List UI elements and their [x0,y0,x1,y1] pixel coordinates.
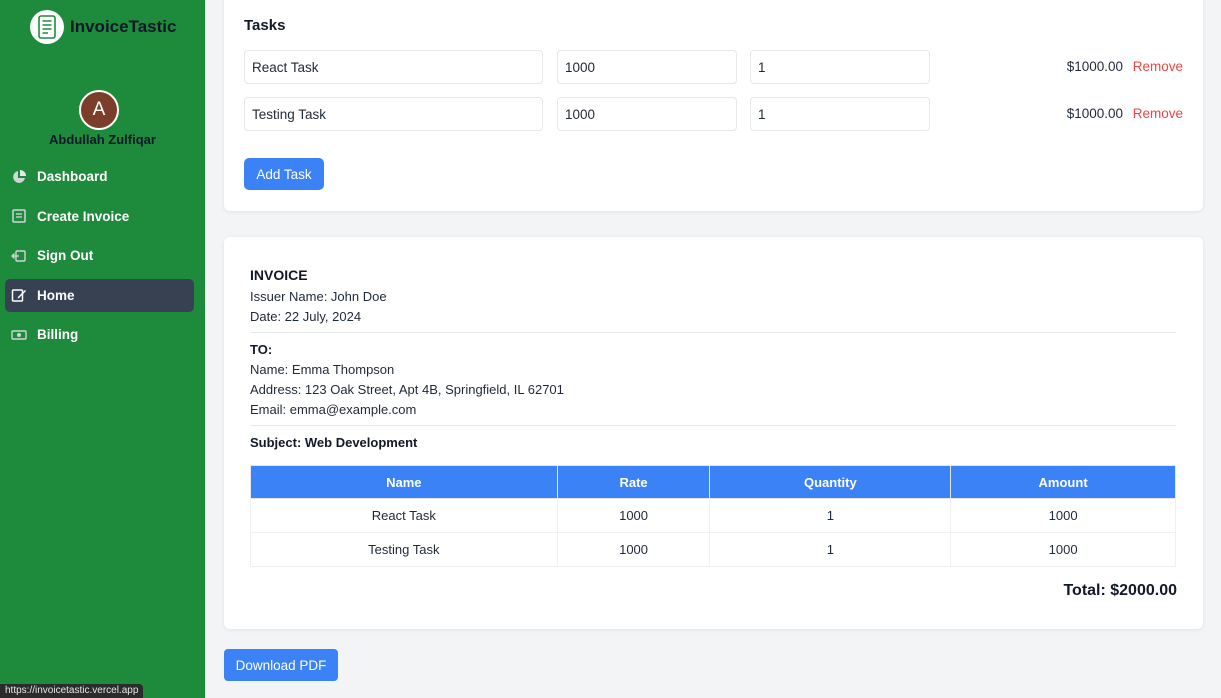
divider [250,332,1176,333]
sidebar-item-label: Sign Out [37,248,94,263]
table-header-row: Name Rate Quantity Amount [250,465,1176,499]
add-task-button[interactable]: Add Task [244,158,324,190]
invoice-title: INVOICE [250,267,308,283]
sidebar-item-label: Home [37,287,75,303]
sidebar-item-billing[interactable]: Billing [5,318,194,351]
to-label: TO: [250,342,273,357]
cell-amount: 1000 [950,498,1176,533]
sidebar-item-home[interactable]: Home [5,278,194,312]
divider [250,425,1176,426]
remove-task-button[interactable]: Remove [1133,59,1183,74]
sidebar-item-label: Billing [37,327,79,342]
app-name: InvoiceTastic [70,17,177,36]
sidebar-item-label: Dashboard [37,169,108,184]
table-row: Testing Task 1000 1 1000 [250,532,1176,567]
invoice-logo-icon [30,10,64,44]
task-row: $1000.00 Remove [244,97,1183,131]
status-url: https://invoicetastic.vercel.app [0,684,144,698]
cell-rate: 1000 [556,498,711,533]
task-rate-input[interactable] [557,50,737,84]
remove-task-button[interactable]: Remove [1133,106,1183,121]
download-pdf-button[interactable]: Download PDF [224,649,338,681]
sidebar-item-create-invoice[interactable]: Create Invoice [5,200,194,233]
task-name-input[interactable] [244,50,543,84]
sign-out-icon [11,248,27,264]
issuer-name: Issuer Name: John Doe [250,289,387,304]
sidebar: InvoiceTastic A Abdullah Zulfiqar Dashbo… [0,0,205,698]
edit-icon [11,287,27,303]
invoice-date: Date: 22 July, 2024 [250,309,362,324]
sidebar-item-sign-out[interactable]: Sign Out [5,239,194,272]
table-row: React Task 1000 1 1000 [250,498,1176,533]
cell-name: React Task [250,498,558,533]
cell-rate: 1000 [556,532,711,567]
invoice-total: Total: $2000.00 [1063,582,1177,599]
task-amount: $1000.00 [1066,106,1123,121]
column-header-amount: Amount [950,465,1176,499]
column-header-rate: Rate [556,465,711,499]
recipient-email: Email: emma@example.com [250,402,417,417]
invoice-preview: INVOICE Issuer Name: John Doe Date: 22 J… [224,237,1203,629]
sidebar-item-label: Create Invoice [37,208,130,224]
task-rate-input[interactable] [557,97,737,131]
task-amount: $1000.00 [1066,59,1123,74]
recipient-name: Name: Emma Thompson [250,362,395,377]
tasks-card: Tasks $1000.00 Remove $1000.00 Remove Ad… [224,0,1203,211]
invoice-items-table: Name Rate Quantity Amount React Task 100… [250,465,1176,567]
avatar[interactable]: A [79,90,119,130]
recipient-address: Address: 123 Oak Street, Apt 4B, Springf… [250,382,564,397]
cell-name: Testing Task [250,532,558,567]
task-quantity-input[interactable] [750,97,930,131]
brand[interactable]: InvoiceTastic [30,10,176,44]
cell-quantity: 1 [709,532,952,567]
column-header-quantity: Quantity [709,465,952,499]
invoice-subject: Subject: Web Development [250,435,418,450]
task-name-input[interactable] [244,97,543,131]
pie-chart-icon [11,169,27,185]
money-icon [11,327,27,343]
tasks-title: Tasks [244,17,286,34]
task-quantity-input[interactable] [750,50,930,84]
cell-amount: 1000 [950,532,1176,567]
sidebar-item-dashboard[interactable]: Dashboard [5,160,194,193]
column-header-name: Name [250,465,558,499]
document-icon [11,208,27,224]
sidebar-nav: Dashboard Create Invoice Sign Out Home B… [5,160,194,358]
user-name: Abdullah Zulfiqar [49,132,156,147]
cell-quantity: 1 [709,498,952,533]
task-row: $1000.00 Remove [244,50,1183,84]
